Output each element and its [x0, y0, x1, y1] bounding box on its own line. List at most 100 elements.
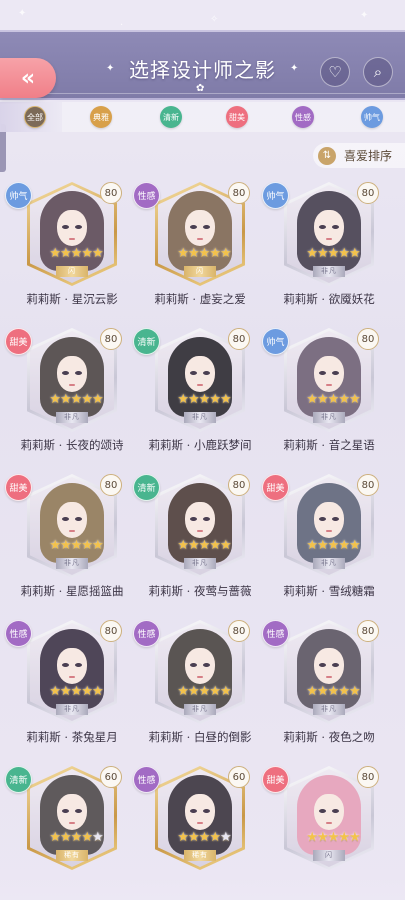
- heart-icon: ♡: [328, 63, 342, 81]
- rarity-banner: 闪: [184, 266, 216, 277]
- star-rating: ★★★★★: [49, 538, 103, 553]
- type-badge: 甜美: [262, 474, 289, 501]
- designer-card[interactable]: 闪 ★★★★★ 帅气 80 莉莉斯 · 星沉云影: [0, 178, 126, 323]
- star-rating: ★★★★★: [306, 392, 360, 407]
- level-badge: 80: [357, 766, 379, 788]
- rarity-banner: 非凡: [56, 558, 88, 569]
- filter-tab-cool[interactable]: 帅气: [361, 106, 383, 128]
- level-badge: 80: [100, 620, 122, 642]
- search-icon: ⌕: [373, 63, 383, 81]
- search-button[interactable]: ⌕: [363, 57, 393, 87]
- type-badge: 帅气: [262, 182, 289, 209]
- star-rating: ★★★★★: [177, 392, 231, 407]
- level-badge: 80: [100, 328, 122, 350]
- rarity-banner: 非凡: [184, 412, 216, 423]
- sort-icon: ⇅: [318, 146, 336, 165]
- designer-card[interactable]: 非凡 ★★★★★ 清新 80 莉莉斯 · 小鹿跃梦间: [128, 324, 254, 469]
- card-name: 莉莉斯 · 夜莺与蔷薇: [148, 584, 252, 598]
- designer-card[interactable]: 非凡 ★★★★★ 甜美 80 莉莉斯 · 长夜的颂诗: [0, 324, 126, 469]
- filter-tab-all[interactable]: 全部: [0, 102, 62, 132]
- designer-card[interactable]: 闪 ★★★★★ 性感 80 莉莉斯 · 虚妄之爱: [128, 178, 254, 323]
- star-rating: ★★★★★: [177, 246, 231, 261]
- type-badge: 甜美: [262, 766, 289, 793]
- type-badge: 性感: [133, 766, 160, 793]
- level-badge: 80: [228, 328, 250, 350]
- designer-card[interactable]: 非凡 ★★★★★ 帅气 80 莉莉斯 · 欲魇妖花: [257, 178, 383, 323]
- star-rating: ★★★★★: [49, 684, 103, 699]
- type-badge: 甜美: [5, 474, 32, 501]
- rarity-banner: 非凡: [313, 266, 345, 277]
- level-badge: 80: [100, 474, 122, 496]
- type-badge: 清新: [5, 766, 32, 793]
- level-badge: 60: [228, 766, 250, 788]
- rarity-banner: 非凡: [313, 704, 345, 715]
- level-badge: 80: [100, 182, 122, 204]
- level-badge: 80: [357, 620, 379, 642]
- designer-card[interactable]: 非凡 ★★★★★ 帅气 80 莉莉斯 · 音之星语: [257, 324, 383, 469]
- rarity-banner: 稀有: [184, 850, 216, 861]
- star-rating: ★★★★★: [306, 538, 360, 553]
- rarity-banner: 非凡: [56, 704, 88, 715]
- card-name: 莉莉斯 · 小鹿跃梦间: [148, 438, 252, 452]
- card-name: 莉莉斯 · 茶兔星月: [26, 730, 118, 744]
- designer-card[interactable]: 非凡 ★★★★★ 清新 80 莉莉斯 · 夜莺与蔷薇: [128, 470, 254, 615]
- back-arrow-icon: «: [20, 65, 36, 91]
- rarity-banner: 稀有: [56, 850, 88, 861]
- star-rating: ★★★★★: [177, 684, 231, 699]
- type-badge: 清新: [133, 474, 160, 501]
- filter-tab-elegant[interactable]: 典雅: [90, 106, 112, 128]
- card-name: 莉莉斯 · 音之星语: [283, 438, 375, 452]
- star-rating: ★★★★★: [49, 246, 103, 261]
- rarity-banner: 闪: [56, 266, 88, 277]
- card-name: 莉莉斯 · 雪绒糖霜: [283, 584, 375, 598]
- designer-card[interactable]: 非凡 ★★★★★ 性感 80 莉莉斯 · 白昼的倒影: [128, 616, 254, 761]
- type-badge: 清新: [133, 328, 160, 355]
- back-button[interactable]: «: [0, 58, 56, 98]
- rarity-banner: 非凡: [313, 412, 345, 423]
- level-badge: 80: [228, 620, 250, 642]
- favorite-button[interactable]: ♡: [320, 57, 350, 87]
- level-badge: 80: [357, 328, 379, 350]
- star-rating: ★★★★★: [177, 538, 231, 553]
- star-rating: ★★★★★: [177, 830, 231, 845]
- level-badge: 60: [100, 766, 122, 788]
- rarity-banner: 闪: [313, 850, 345, 861]
- star-rating: ★★★★★: [306, 684, 360, 699]
- level-badge: 80: [357, 182, 379, 204]
- type-badge: 帅气: [262, 328, 289, 355]
- filter-tab-fresh[interactable]: 清新: [160, 106, 182, 128]
- rarity-banner: 非凡: [313, 558, 345, 569]
- sort-by-favorite-button[interactable]: ⇅ 喜爱排序: [313, 143, 405, 168]
- type-badge: 性感: [262, 620, 289, 647]
- type-badge: 性感: [133, 620, 160, 647]
- star-rating: ★★★★★: [306, 246, 360, 261]
- flower-ornament-icon: ✿: [196, 83, 205, 94]
- filter-tab-sweet[interactable]: 甜美: [226, 106, 248, 128]
- level-badge: 80: [228, 474, 250, 496]
- star-rating: ★★★★★: [49, 830, 103, 845]
- level-badge: 80: [357, 474, 379, 496]
- star-rating: ★★★★★: [49, 392, 103, 407]
- card-name: 莉莉斯 · 白昼的倒影: [148, 730, 252, 744]
- filter-tab-sexy[interactable]: 性感: [292, 106, 314, 128]
- designer-card[interactable]: 非凡 ★★★★★ 性感 80 莉莉斯 · 夜色之吻: [257, 616, 383, 761]
- rarity-banner: 非凡: [184, 704, 216, 715]
- filter-all-badge: 全部: [24, 106, 46, 128]
- designer-card[interactable]: 非凡 ★★★★★ 甜美 80 莉莉斯 · 星愿摇篮曲: [0, 470, 126, 615]
- sort-label: 喜爱排序: [344, 149, 393, 163]
- level-badge: 80: [228, 182, 250, 204]
- filter-tabs: 全部 典雅 清新 甜美 性感 帅气: [0, 102, 405, 132]
- designer-card[interactable]: 非凡 ★★★★★ 性感 80 莉莉斯 · 茶兔星月: [0, 616, 126, 761]
- card-name: 莉莉斯 · 虚妄之爱: [154, 292, 246, 306]
- card-name: 莉莉斯 · 星沉云影: [26, 292, 118, 306]
- rarity-banner: 非凡: [184, 558, 216, 569]
- card-name: 莉莉斯 · 长夜的颂诗: [20, 438, 124, 452]
- type-badge: 甜美: [5, 328, 32, 355]
- type-badge: 性感: [5, 620, 32, 647]
- header-bar: « ✦ 选择设计师之影 ✦ ✿ ♡ ⌕: [0, 30, 405, 100]
- bottom-fade: [0, 870, 405, 900]
- card-name: 莉莉斯 · 欲魇妖花: [283, 292, 375, 306]
- title-sparkle-right-icon: ✦: [290, 63, 299, 74]
- type-badge: 帅气: [5, 182, 32, 209]
- designer-card[interactable]: 非凡 ★★★★★ 甜美 80 莉莉斯 · 雪绒糖霜: [257, 470, 383, 615]
